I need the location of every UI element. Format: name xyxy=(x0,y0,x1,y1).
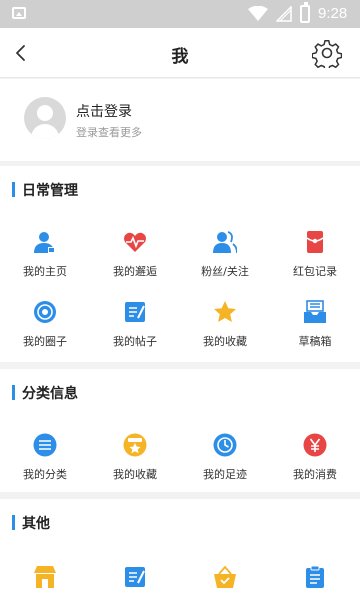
avatar[interactable] xyxy=(24,97,66,139)
category-list-icon xyxy=(33,433,57,457)
gallery-icon xyxy=(12,7,26,19)
grid-item-footprints[interactable]: 我的足迹 xyxy=(180,433,270,493)
clock-icon xyxy=(213,433,237,457)
basket-icon xyxy=(214,565,236,588)
red-packet-icon xyxy=(306,231,324,253)
login-hint: 登录查看更多 xyxy=(76,126,142,139)
shop-icon xyxy=(34,566,56,588)
gear-icon[interactable] xyxy=(312,38,342,68)
grid-item-label: 我的主页 xyxy=(23,265,67,278)
heart-pulse-icon xyxy=(124,232,146,252)
favorite-star-icon xyxy=(123,433,147,457)
grid-item-basket[interactable] xyxy=(180,565,270,600)
grid-item-my-category[interactable]: 我的分类 xyxy=(0,433,90,493)
section-accent-bar xyxy=(12,515,15,530)
user-home-icon xyxy=(34,232,55,253)
wifi-icon xyxy=(248,6,268,21)
section-title: 分类信息 xyxy=(22,386,78,402)
grid-item-label: 粉丝/关注 xyxy=(201,265,249,278)
battery-icon xyxy=(300,2,310,23)
status-bar: 9:28 xyxy=(0,0,360,28)
yuan-icon xyxy=(303,433,327,457)
grid-item-label: 我的足迹 xyxy=(203,468,247,481)
circle-target-icon xyxy=(34,301,56,323)
category-info-section: 分类信息 我的分类 我的收藏 我的足迹 我的消费 xyxy=(0,369,360,492)
grid-item-label: 我的邂逅 xyxy=(113,265,157,278)
grid-item-label: 我的消费 xyxy=(293,468,337,481)
section-title: 其他 xyxy=(22,516,50,532)
edit-icon xyxy=(125,567,145,587)
star-icon xyxy=(214,301,236,322)
grid-item-my-favorites[interactable]: 我的收藏 xyxy=(180,300,270,360)
grid-item-label: 红包记录 xyxy=(293,265,337,278)
app-bar: 我 xyxy=(0,28,360,78)
grid-item-red-packet[interactable]: 红包记录 xyxy=(270,230,360,290)
fans-icon xyxy=(213,231,237,254)
grid-item-my-home[interactable]: 我的主页 xyxy=(0,230,90,290)
section-title: 日常管理 xyxy=(22,183,78,199)
login-label[interactable]: 点击登录 xyxy=(76,101,132,121)
page-title: 我 xyxy=(171,47,189,67)
grid-item-consumption[interactable]: 我的消费 xyxy=(270,433,360,493)
draft-box-icon xyxy=(304,300,326,323)
daily-management-section: 日常管理 我的主页 我的邂逅 粉丝/关注 红包记录 我的圈子 我的帖子 我的收藏… xyxy=(0,166,360,362)
grid-item-encounter[interactable]: 我的邂逅 xyxy=(90,230,180,290)
post-edit-icon xyxy=(125,302,145,322)
grid-item-drafts[interactable]: 草稿箱 xyxy=(270,300,360,360)
grid-item-label: 草稿箱 xyxy=(298,335,332,348)
grid-item-label: 我的帖子 xyxy=(113,335,157,348)
status-time: 9:28 xyxy=(318,5,348,22)
signal-icon xyxy=(276,6,292,22)
grid-item-label: 我的收藏 xyxy=(203,335,247,348)
grid-item-clipboard[interactable] xyxy=(270,565,360,600)
section-accent-bar xyxy=(12,182,15,197)
grid-item-label: 我的分类 xyxy=(23,468,67,481)
grid-item-edit[interactable] xyxy=(90,565,180,600)
grid-item-category-favorites[interactable]: 我的收藏 xyxy=(90,433,180,493)
grid-item-label: 我的圈子 xyxy=(23,335,67,348)
grid-item-label: 我的收藏 xyxy=(113,468,157,481)
clipboard-icon xyxy=(306,565,324,588)
grid-item-my-posts[interactable]: 我的帖子 xyxy=(90,300,180,360)
section-accent-bar xyxy=(12,385,15,400)
grid-item-my-circle[interactable]: 我的圈子 xyxy=(0,300,90,360)
other-section: 其他 xyxy=(0,499,360,600)
grid-item-shop[interactable] xyxy=(0,565,90,600)
grid-item-fans-follow[interactable]: 粉丝/关注 xyxy=(180,230,270,290)
profile-card[interactable]: 点击登录 登录查看更多 xyxy=(0,79,360,161)
